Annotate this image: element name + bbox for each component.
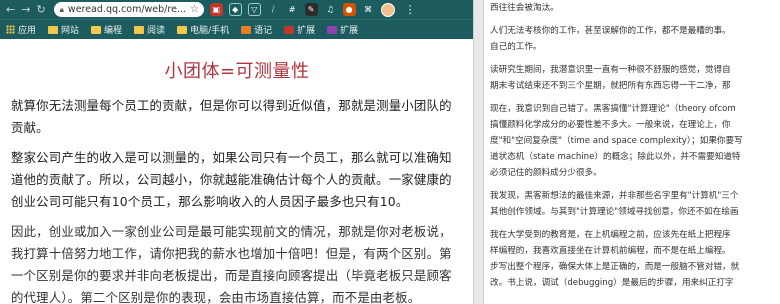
address-bar[interactable]: 🔒︎ weread.qq.com/web/re... ☆ xyxy=(53,2,204,17)
window-divider[interactable] xyxy=(473,0,484,304)
extension-hash-icon[interactable]: # xyxy=(285,3,299,16)
text-line: 改。书上说，调试（debugging）是最后的步骤，用来纠正打字 xyxy=(490,278,734,288)
bookmark-apps[interactable]: 应用 xyxy=(6,23,36,36)
forward-icon[interactable]: → xyxy=(21,0,30,19)
extension-shield-icon[interactable]: ◆ xyxy=(228,3,242,16)
reload-icon[interactable]: ↻ xyxy=(36,0,45,19)
lock-icon: 🔒︎ xyxy=(59,4,64,14)
notes-icon xyxy=(241,25,252,34)
profile-avatar[interactable] xyxy=(380,2,395,17)
back-icon[interactable]: ← xyxy=(6,0,15,19)
article-paragraph: 整家公司产生的收入是可以测量的，如果公司只有一个员工，那么就可以准确知道他的贡献… xyxy=(11,150,452,209)
folder-icon xyxy=(91,25,102,34)
bookmark-folder-programming[interactable]: 编程 xyxy=(91,23,122,36)
text-line: 读研究生期间，我潜意识里一直有一种很不舒服的感觉，觉得自 xyxy=(490,65,731,75)
folder-icon xyxy=(48,25,59,34)
text-line: 西往往会被淘汰。 xyxy=(490,3,559,13)
bookmark-notes[interactable]: 语记 xyxy=(241,23,272,36)
extension-icon xyxy=(284,25,295,34)
extension-icon xyxy=(327,25,338,34)
text-line: 步写出整个程序，确保大体上是正确的，而是一般脑不管对错，就 xyxy=(490,262,740,272)
text-line: 样编程的，我喜欢直接坐在计算机前编程，而不是在纸上编程。 xyxy=(490,246,731,256)
text-line: 必须记住的颜料成分少很多。 xyxy=(490,168,602,178)
bookmark-extensions-1[interactable]: 扩展 xyxy=(284,23,315,36)
bookmark-extensions-2[interactable]: 扩展 xyxy=(327,23,358,36)
text-line: 人们无法考核你的工作，甚至误解你的工作，都不是最糟的事。 xyxy=(490,26,731,36)
article-paragraph: 就算你无法测量每个员工的贡献，但是你可以得到近似值，那就是测量小团队的贡献。 xyxy=(11,98,452,135)
url-text: weread.qq.com/web/re... xyxy=(67,4,186,15)
extension-red-icon[interactable]: ▣ xyxy=(209,3,223,16)
reader-page: 小团体=可测量性 就算你无法测量每个员工的贡献，但是你可以得到近似值，那就是测量… xyxy=(0,39,473,304)
apps-grid-icon xyxy=(6,25,15,34)
bookmarks-bar: 应用 网站 编程 阅读 电脑/手机 语记 扩展 扩展 xyxy=(0,19,473,39)
extension-slash-icon[interactable]: ⧸ xyxy=(266,3,280,16)
folder-icon xyxy=(177,25,188,34)
extension-v-icon[interactable]: ▽ xyxy=(247,3,261,16)
text-line: 现在，我意识到自己错了。黑客搞懂"计算理论"（theory ofcom xyxy=(490,104,736,114)
text-line: 期末考试结束还不到三个星期，就把所有东西忘得一干二净，那 xyxy=(490,81,731,91)
bookmark-folder-websites[interactable]: 网站 xyxy=(48,23,79,36)
text-line: 搞懂颜料化学成分的必要性差不多大。一般来说，在理论上，你 xyxy=(490,120,731,130)
extension-dark-icon[interactable]: ✎ xyxy=(304,3,318,16)
bookmark-star-icon[interactable]: ☆ xyxy=(190,4,199,15)
right-text-block: 西往往会被淘汰。人们无法考核你的工作，甚至误解你的工作，都不是最糟的事。 自己的工… xyxy=(490,0,780,291)
left-browser-window: ← → ↻ 🔒︎ weread.qq.com/web/re... ☆ ▣ ◆ ▽… xyxy=(0,0,473,304)
menu-kebab-icon[interactable]: ⋮ xyxy=(405,3,416,16)
extension-translate-icon[interactable]: ⌘ xyxy=(361,3,375,16)
extension-music-icon[interactable]: ♫ xyxy=(323,3,337,16)
text-line: 我发现，黑客新想法的最佳来源，并非那些名字里有"计算机"三个 xyxy=(490,191,739,201)
chapter-title: 小团体=可测量性 xyxy=(164,61,310,82)
bookmark-folder-reading[interactable]: 阅读 xyxy=(134,23,165,36)
folder-icon xyxy=(134,25,145,34)
text-line: 道状态机（state machine）的概念；除此以外，并不需要知道特 xyxy=(490,152,741,162)
text-line: 其他创作领域。与其到"计算理论"领域寻找创意，你还不如在绘画 xyxy=(490,207,739,217)
text-line: 度"和"空间复杂度"（time and space complexity）；如果… xyxy=(490,136,743,146)
article-paragraph: 因此，创业或加入一家创业公司是最可能实现前文的情况，那就是你对老板说，我打算十倍… xyxy=(11,224,452,304)
bookmark-folder-devices[interactable]: 电脑/手机 xyxy=(177,23,229,36)
address-toolbar: ← → ↻ 🔒︎ weread.qq.com/web/re... ☆ ▣ ◆ ▽… xyxy=(0,0,473,19)
right-reader-window: 西往往会被淘汰。人们无法考核你的工作，甚至误解你的工作，都不是最糟的事。 自己的工… xyxy=(484,0,780,304)
text-line: 自己的工作。 xyxy=(490,42,542,52)
extension-orange-icon[interactable]: ● xyxy=(342,3,356,16)
text-line: 我在大学受到的教育是，在上机编程之前，应该先在纸上把程序 xyxy=(490,230,731,240)
